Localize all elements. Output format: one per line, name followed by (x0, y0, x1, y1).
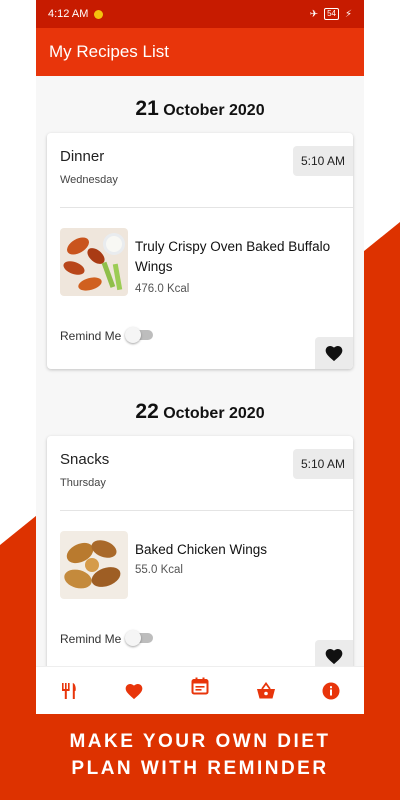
promo-line-2: PLAN WITH REMINDER (71, 758, 329, 779)
calendar-icon (191, 677, 209, 694)
recipe-calories: 476.0 Kcal (135, 283, 190, 295)
buffalo-wings-image (60, 228, 128, 296)
meal-card[interactable]: Snacks Thursday 5:10 AM Baked Chicken Wi… (47, 436, 353, 672)
remind-label: Remind Me (60, 329, 122, 343)
promo-banner: MAKE YOUR OWN DIET PLAN WITH REMINDER (0, 728, 400, 782)
nav-recipes[interactable] (55, 677, 83, 705)
heart-icon (325, 345, 343, 362)
meal-type: Dinner (60, 148, 105, 165)
bottom-nav (36, 666, 364, 714)
recipe-calories: 55.0 Kcal (135, 564, 183, 576)
heart-icon (325, 648, 343, 665)
status-time: 4:12 AM (48, 8, 89, 20)
phone-screen: 4:12 AM ✈ 54 ⚡ My Recipes List 21 Octobe… (36, 0, 364, 714)
info-icon (322, 682, 340, 699)
remind-label: Remind Me (60, 632, 122, 646)
nav-shopping[interactable] (252, 677, 280, 705)
time-badge[interactable]: 5:10 AM (293, 449, 353, 479)
meal-type: Snacks (60, 451, 110, 468)
nav-calendar[interactable] (186, 672, 214, 700)
favorite-button[interactable] (315, 337, 353, 369)
meal-card[interactable]: Dinner Wednesday 5:10 AM Truly Crispy Ov… (47, 133, 353, 369)
app-bar: My Recipes List (36, 28, 364, 76)
nav-favorites[interactable] (120, 677, 148, 705)
remind-toggle[interactable] (125, 327, 153, 343)
date-day: 22 (135, 400, 159, 423)
date-header: 22 October 2020 (36, 400, 364, 426)
toggle-knob (125, 327, 141, 343)
notification-icon (94, 9, 104, 19)
weekday: Thursday (60, 477, 106, 489)
remind-toggle[interactable] (125, 630, 153, 646)
page-title: My Recipes List (49, 42, 169, 61)
time-badge[interactable]: 5:10 AM (293, 146, 353, 176)
status-bar: 4:12 AM ✈ 54 ⚡ (36, 0, 364, 28)
heart-icon (126, 683, 143, 699)
date-month-year: October 2020 (163, 102, 265, 119)
chicken-wings-image (60, 531, 128, 599)
recipe-thumbnail[interactable] (60, 531, 128, 599)
battery-icon: 54 (324, 8, 339, 20)
fork-knife-icon (61, 682, 76, 699)
divider (60, 510, 353, 511)
nav-info[interactable] (317, 677, 345, 705)
charging-icon: ⚡ (344, 8, 352, 20)
divider (60, 207, 353, 208)
date-day: 21 (135, 97, 159, 120)
airplane-icon: ✈ (309, 8, 319, 20)
recipe-thumbnail[interactable] (60, 228, 128, 296)
weekday: Wednesday (60, 174, 118, 186)
promo-line-1: MAKE YOUR OWN DIET (69, 731, 331, 752)
basket-icon (256, 681, 275, 698)
recipe-name[interactable]: Truly Crispy Oven Baked Buffalo Wings (135, 237, 357, 277)
date-month-year: October 2020 (163, 405, 265, 422)
toggle-knob (125, 630, 141, 646)
recipe-name[interactable]: Baked Chicken Wings (135, 540, 357, 560)
date-header: 21 October 2020 (36, 97, 364, 123)
